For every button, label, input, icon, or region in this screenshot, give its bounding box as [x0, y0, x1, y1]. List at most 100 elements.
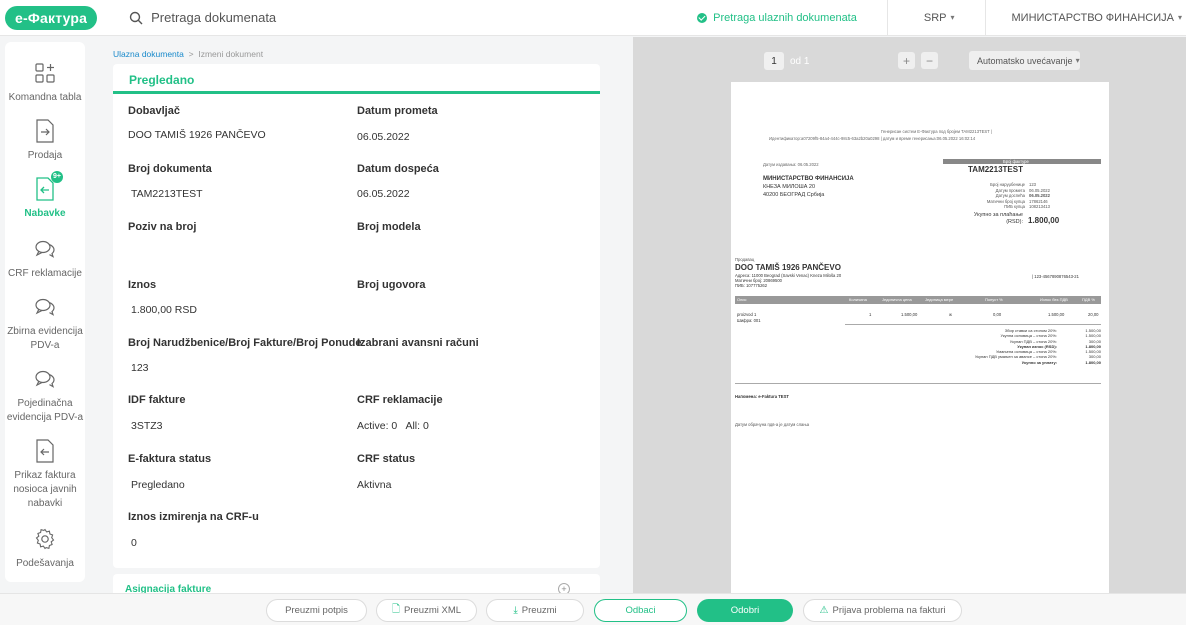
doc-number-value: TAM2213TEST	[131, 188, 203, 200]
due-date-label: Datum dospeća	[357, 163, 439, 175]
table-cell: proizvod 1	[737, 312, 757, 317]
sidebar-item-vat-individual[interactable]: Pojedinačna evidencija PDV-a	[5, 366, 85, 425]
zoom-select[interactable]: Automatsko uvećavanje ▾	[969, 51, 1080, 70]
document-in-icon: 9+	[33, 171, 63, 202]
supplier-value: DOO TAMIŠ 1926 PANČEVO	[128, 129, 266, 141]
seller-caption: Продавац	[735, 257, 755, 262]
sidebar-item-vat-summary[interactable]: Zbirna evidencija PDV-a	[5, 294, 85, 353]
invoice-note: Напомена: e-Faktura TEST	[735, 394, 789, 399]
button-label: Preuzmi	[521, 605, 557, 616]
sidebar-item-crf-claims[interactable]: CRF reklamacije	[5, 236, 85, 281]
search-placeholder: Pretraga dokumenata	[151, 10, 277, 25]
organization-label: МИНИСТАРСТВО ФИНАНСИЈА	[1011, 11, 1174, 24]
crf-status-value: Aktivna	[357, 479, 392, 491]
sidebar-item-label: CRF reklamacije	[8, 268, 82, 279]
order-label: Broj Narudžbenice/Broj Fakture/Broj Ponu…	[128, 337, 362, 349]
buyer-city: 40200 БЕОГРАД Србија	[763, 192, 825, 198]
chat-bubbles-icon	[33, 294, 57, 320]
zoom-out-button[interactable]: −	[921, 52, 938, 69]
breadcrumb: Ulazna dokumenta > Izmeni dokument	[113, 49, 263, 59]
efaktura-status-label: E-faktura status	[128, 453, 212, 465]
sidebar-item-label: Komandna tabla	[8, 92, 82, 103]
table-cell: 0,00	[993, 312, 1002, 317]
page-count: od 1	[790, 55, 810, 67]
download-icon: ⤓	[513, 605, 518, 616]
download-signature-button[interactable]: Preuzmi potpis	[266, 599, 367, 622]
crf-settlement-label: Iznos izmirenja na CRF-u	[128, 511, 259, 523]
table-cell: 20,00	[1088, 312, 1099, 317]
file-icon: 🗋	[391, 604, 401, 615]
button-label: Preuzmi potpis	[285, 605, 348, 616]
table-header-cell: Јединица мере	[925, 297, 954, 302]
crf-status-label: CRF status	[357, 453, 416, 465]
reject-button[interactable]: Odbaci	[594, 599, 687, 622]
vat-date-note: Датум обрачуна пдв-а је датум слања	[735, 422, 810, 427]
chat-bubbles-icon	[33, 236, 57, 262]
crf-claims-value: Active: 0 All: 0	[357, 420, 429, 432]
sidebar-item-label: Podešavanja	[16, 558, 74, 569]
invoice-page: Генерисан систем Е-Фактура под бројем TA…	[731, 82, 1109, 596]
sidebar-item-settings[interactable]: Podešavanja	[5, 526, 85, 571]
page-indicator: 1 od 1	[764, 52, 809, 70]
idf-value: 3STZ3	[131, 420, 163, 432]
organization-selector[interactable]: МИНИСТАРСТВО ФИНАНСИЈА ▾	[986, 12, 1186, 24]
sidebar-item-dashboard[interactable]: Komandna tabla	[5, 60, 85, 105]
document-status-title: Pregledano	[129, 73, 195, 87]
table-cell: 1.500,00	[1048, 312, 1065, 317]
sidebar-item-sales[interactable]: Prodaja	[5, 118, 85, 163]
warning-icon: ⚠	[819, 605, 829, 616]
gear-icon	[33, 526, 57, 552]
table-header-cell: Опис	[737, 297, 747, 302]
buyer-street: КНЕЗА МИЛОША 20	[763, 184, 816, 190]
breadcrumb-separator: >	[188, 49, 194, 59]
button-label: Preuzmi XML	[404, 605, 462, 616]
chevron-down-icon: ▾	[1177, 13, 1182, 22]
button-label: Prijava problema na fakturi	[832, 605, 946, 616]
efaktura-logo[interactable]: е-Фактура	[5, 5, 98, 30]
top-bar: е-Фактура Pretraga dokumenata Pretraga u…	[0, 0, 1186, 36]
breadcrumb-current: Izmeni dokument	[198, 49, 264, 59]
page-number-input[interactable]: 1	[764, 52, 784, 70]
download-button[interactable]: ⤓ Preuzmi	[486, 599, 584, 622]
breadcrumb-parent-link[interactable]: Ulazna dokumenta	[113, 49, 184, 59]
incoming-search-link[interactable]: Pretraga ulaznih dokumenata	[697, 0, 888, 36]
sidebar-item-purchases[interactable]: 9+ Nabavke	[5, 171, 85, 221]
report-problem-button[interactable]: ⚠ Prijava problema na fakturi	[803, 599, 962, 622]
delivery-date-label: Datum prometa	[357, 105, 438, 117]
download-xml-button[interactable]: 🗋 Preuzmi XML	[376, 599, 477, 622]
table-header-cell: Јединична цена	[882, 297, 912, 302]
table-cell: Шифра: 001	[737, 318, 761, 323]
table-header-cell: Износ без ПДВ	[1040, 297, 1068, 302]
invoice-number: TAM2213TEST	[968, 165, 1023, 174]
button-label: Odobri	[730, 605, 760, 616]
sidebar-item-label: Prikaz faktura nosioca javnih nabavki	[13, 470, 77, 509]
zoom-in-button[interactable]: +	[898, 52, 915, 69]
sidebar-item-label: Prodaja	[27, 150, 63, 161]
button-label: Odbaci	[625, 605, 656, 616]
advance-label: Izabrani avansni računi	[357, 337, 479, 349]
table-cell: 1	[869, 312, 872, 317]
sidebar-item-label: Zbirna evidencija PDV-a	[7, 326, 83, 351]
amount-value: 1.800,00 RSD	[131, 304, 197, 316]
total-payable: 1.800,00	[1028, 216, 1060, 225]
order-value: 123	[131, 362, 149, 374]
sidebar-item-public-procurement[interactable]: Prikaz faktura nosioca javnih nabavki	[5, 438, 85, 511]
approve-button[interactable]: Odobri	[697, 599, 793, 622]
seller-pib: ПИБ: 107775262	[735, 283, 768, 288]
table-header-cell: Попуст %	[985, 297, 1003, 302]
invoice-meta-labels: Број наруџбенице Датум промета Датум доспе…	[986, 182, 1025, 210]
document-search[interactable]: Pretraga dokumenata	[129, 10, 276, 25]
contract-label: Broj ugovora	[357, 279, 426, 291]
supplier-label: Dobavljač	[128, 105, 180, 117]
seller-name: DOO TAMIŠ 1926 PANČEVO	[735, 263, 841, 272]
language-selector[interactable]: SRP ▾	[888, 0, 986, 36]
due-date-value: 06.05.2022	[357, 188, 410, 200]
document-in-icon	[33, 438, 57, 464]
incoming-search-label: Pretraga ulaznih dokumenata	[713, 11, 857, 24]
buyer-name: МИНИСТАРСТВО ФИНАНСИЈА	[763, 176, 854, 182]
chevron-down-icon: ▾	[950, 13, 955, 22]
crf-claims-label: CRF reklamacije	[357, 394, 443, 406]
total-payable-label: Укупно за плаћање (RSD):	[973, 212, 1023, 225]
table-cell: ж	[949, 312, 952, 317]
chevron-down-icon: ▾	[1075, 56, 1080, 65]
